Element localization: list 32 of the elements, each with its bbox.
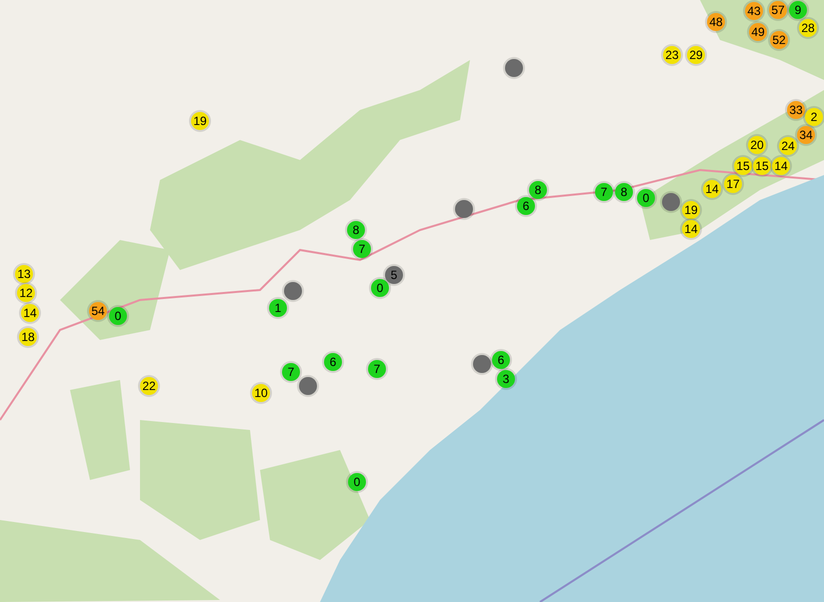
count-marker[interactable]: 5 (385, 266, 403, 284)
count-marker[interactable]: 14 (682, 220, 700, 238)
count-marker[interactable]: 7 (282, 363, 300, 381)
count-marker[interactable]: 12 (17, 284, 35, 302)
count-marker[interactable]: 6 (324, 353, 342, 371)
count-marker[interactable]: 7 (353, 240, 371, 258)
count-marker[interactable]: 6 (517, 197, 535, 215)
empty-marker[interactable] (505, 59, 523, 77)
empty-marker[interactable] (284, 282, 302, 300)
count-marker[interactable]: 8 (615, 183, 633, 201)
count-marker[interactable]: 7 (368, 360, 386, 378)
count-marker[interactable]: 10 (252, 384, 270, 402)
count-marker[interactable]: 8 (529, 181, 547, 199)
count-marker[interactable]: 22 (140, 377, 158, 395)
count-marker[interactable]: 3 (497, 370, 515, 388)
empty-marker[interactable] (473, 355, 491, 373)
count-marker[interactable]: 19 (191, 112, 209, 130)
count-marker[interactable]: 1 (269, 299, 287, 317)
count-marker[interactable]: 18 (19, 328, 37, 346)
count-marker[interactable]: 0 (371, 279, 389, 297)
count-marker[interactable]: 14 (21, 304, 39, 322)
count-marker[interactable]: 0 (348, 473, 366, 491)
count-marker[interactable]: 23 (663, 46, 681, 64)
count-marker[interactable]: 6 (492, 351, 510, 369)
count-marker[interactable]: 29 (687, 46, 705, 64)
count-marker[interactable]: 7 (595, 183, 613, 201)
empty-marker[interactable] (299, 377, 317, 395)
count-marker[interactable]: 8 (347, 221, 365, 239)
empty-marker[interactable] (455, 200, 473, 218)
count-marker[interactable]: 0 (637, 189, 655, 207)
count-marker[interactable]: 33 (787, 101, 805, 119)
count-marker[interactable]: 13 (15, 265, 33, 283)
